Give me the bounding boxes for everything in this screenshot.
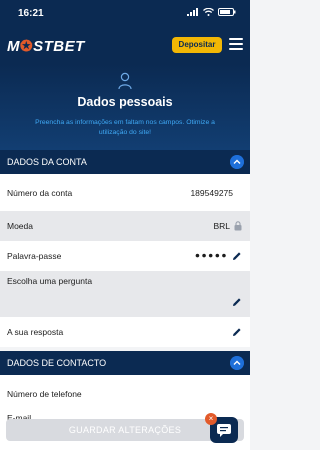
logo-text-left: M xyxy=(7,38,20,55)
personal-data-hero: Dados pessoais Preencha as informações e… xyxy=(0,64,250,150)
field-account-number: Número da conta 189549275 xyxy=(0,174,250,211)
field-password[interactable]: Palavra-passe ●●●●● xyxy=(0,241,250,271)
menu-icon[interactable] xyxy=(229,38,243,50)
page-title: Dados pessoais xyxy=(77,95,173,109)
chevron-up-icon[interactable] xyxy=(230,356,244,370)
page-subtitle: Preencha as informações em faltam nos ca… xyxy=(35,119,215,136)
status-time: 16:21 xyxy=(18,8,44,19)
app-header: M✪STBET Depositar xyxy=(0,26,250,64)
section-header-account[interactable]: DADOS DA CONTA xyxy=(0,150,250,174)
account-number-value: 189549275 xyxy=(190,188,233,198)
currency-value: BRL xyxy=(213,221,230,231)
field-label: A sua resposta xyxy=(7,327,64,337)
chevron-up-icon[interactable] xyxy=(230,155,244,169)
field-security-answer[interactable]: A sua resposta xyxy=(0,317,250,347)
password-value: ●●●●● xyxy=(194,250,228,260)
wifi-icon xyxy=(203,8,214,16)
status-bar: 16:21 xyxy=(0,0,250,26)
section-header-contact[interactable]: DADOS DE CONTACTO xyxy=(0,351,250,375)
field-label: Número da conta xyxy=(7,188,73,198)
deposit-button[interactable]: Depositar xyxy=(172,37,222,53)
edit-pencil-icon[interactable] xyxy=(232,251,242,261)
field-security-question[interactable]: Escolha uma pergunta xyxy=(0,271,250,317)
field-label: Escolha uma pergunta xyxy=(7,276,93,286)
chat-close-badge[interactable]: × xyxy=(205,413,217,425)
mostbet-logo[interactable]: M✪STBET xyxy=(7,37,85,55)
logo-text-right: STBET xyxy=(33,38,85,55)
field-currency: Moeda BRL xyxy=(0,211,250,241)
signal-icon xyxy=(187,8,198,16)
field-label: Moeda xyxy=(7,221,33,231)
lock-icon xyxy=(234,221,242,231)
user-icon xyxy=(118,72,132,90)
section-title-account: DADOS DA CONTA xyxy=(7,157,87,167)
field-label: Palavra-passe xyxy=(7,251,62,261)
edit-pencil-icon[interactable] xyxy=(232,327,242,337)
logo-star-icon: ✪ xyxy=(20,38,34,55)
status-icons xyxy=(187,8,236,16)
field-label: Número de telefone xyxy=(7,389,82,399)
field-phone[interactable]: Número de telefone xyxy=(0,375,250,409)
section-title-contact: DADOS DE CONTACTO xyxy=(7,358,107,368)
edit-pencil-icon[interactable] xyxy=(232,297,242,307)
battery-icon xyxy=(218,8,236,16)
